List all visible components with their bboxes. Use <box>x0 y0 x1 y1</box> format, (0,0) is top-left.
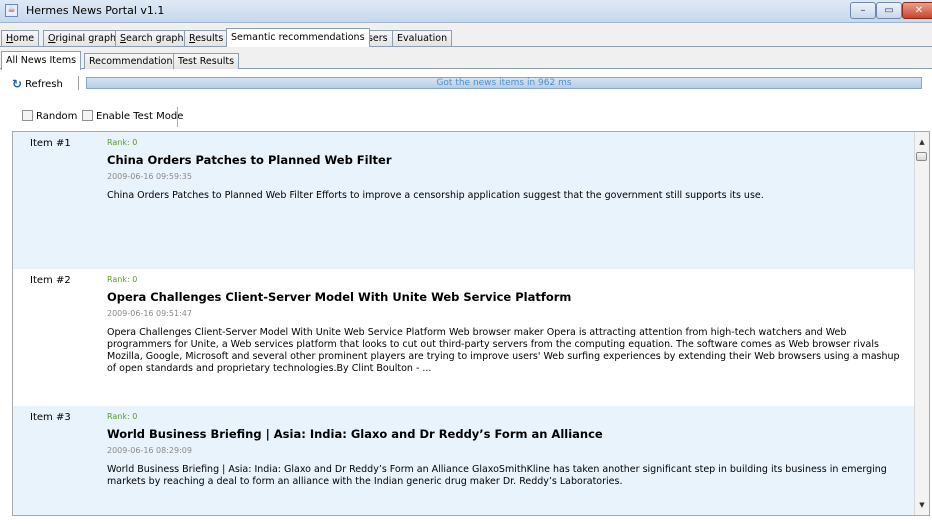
item-number: Item #2 <box>30 275 71 286</box>
scroll-up-arrow-icon[interactable]: ▲ <box>915 135 929 149</box>
item-body: World Business Briefing | Asia: India: G… <box>107 464 887 487</box>
tab-home-label: ome <box>13 33 35 44</box>
tab-semantic-recommendations-label: Semantic recommendations <box>231 32 365 43</box>
progress-bar: Got the news items in 962 ms <box>86 77 922 89</box>
maximize-button[interactable]: ▭ <box>876 2 902 19</box>
tab-results-label: esults <box>195 33 224 44</box>
item-date: 2009-06-16 08:29:09 <box>107 446 192 455</box>
vertical-scrollbar[interactable]: ▲ ▼ <box>914 132 929 515</box>
minimize-button[interactable]: – <box>850 2 876 19</box>
item-headline: World Business Briefing | Asia: India: G… <box>107 427 603 441</box>
tab-original-graph-label: riginal graph <box>55 33 117 44</box>
tab-results[interactable]: Results <box>184 30 229 46</box>
tab-evaluation-label: Evaluation <box>397 33 448 44</box>
item-date: 2009-06-16 09:59:35 <box>107 172 192 181</box>
toolbar-separator <box>78 76 82 90</box>
item-rank: Rank: 0 <box>107 138 138 147</box>
item-number: Item #1 <box>30 138 71 149</box>
tab-search-graph-label: earch graph <box>126 33 184 44</box>
tab-original-graph[interactable]: Original graph <box>43 30 122 46</box>
app-window: ☕ Hermes News Portal v1.1 – ▭ ✕ Home Ori… <box>0 0 932 525</box>
refresh-icon: ↻ <box>12 77 23 91</box>
scroll-down-arrow-icon[interactable]: ▼ <box>915 498 929 512</box>
item-number: Item #3 <box>30 412 71 423</box>
tab-all-news-items[interactable]: All News Items <box>1 51 82 70</box>
refresh-label: Refresh <box>25 79 63 90</box>
tab-evaluation[interactable]: Evaluation <box>392 30 453 46</box>
tab-semantic-recommendations[interactable]: Semantic recommendations <box>226 28 370 47</box>
title-bar[interactable]: ☕ Hermes News Portal v1.1 – ▭ ✕ <box>0 0 932 23</box>
item-body: China Orders Patches to Planned Web Filt… <box>107 190 764 201</box>
news-items-list[interactable]: Item #1 Rank: 0 China Orders Patches to … <box>12 131 930 516</box>
tab-users-label: sers <box>367 33 388 44</box>
item-date: 2009-06-16 09:51:47 <box>107 309 192 318</box>
test-mode-checkbox-box[interactable] <box>82 110 93 121</box>
test-mode-label: Enable Test Mode <box>96 111 184 122</box>
main-tab-bar: Home Original graph Search graph Results… <box>0 28 932 47</box>
tab-test-results[interactable]: Test Results <box>173 53 240 69</box>
refresh-button[interactable]: ↻ Refresh <box>12 76 63 92</box>
window-title: Hermes News Portal v1.1 <box>26 4 165 17</box>
list-item[interactable]: Item #2 Rank: 0 Opera Challenges Client-… <box>13 269 917 406</box>
list-item[interactable]: Item #1 Rank: 0 China Orders Patches to … <box>13 132 917 269</box>
item-headline: Opera Challenges Client-Server Model Wit… <box>107 290 572 304</box>
random-label: Random <box>36 111 78 122</box>
sub-tab-bar: All News Items Recommendations Test Resu… <box>0 51 932 70</box>
item-rank: Rank: 0 <box>107 412 138 421</box>
scrollbar-thumb[interactable] <box>916 152 927 161</box>
random-checkbox[interactable]: Random <box>22 110 77 122</box>
test-mode-checkbox[interactable]: Enable Test Mode <box>82 110 183 122</box>
progress-status-text: Got the news items in 962 ms <box>436 78 572 88</box>
item-rank: Rank: 0 <box>107 275 138 284</box>
tab-home[interactable]: Home <box>1 30 40 46</box>
tab-recommendations[interactable]: Recommendations <box>84 53 183 69</box>
tab-search-graph[interactable]: Search graph <box>115 30 189 46</box>
list-item[interactable]: Item #3 Rank: 0 World Business Briefing … <box>13 406 917 515</box>
options-separator <box>177 107 178 127</box>
item-body: Opera Challenges Client-Server Model Wit… <box>107 327 900 374</box>
random-checkbox-box[interactable] <box>22 110 33 121</box>
java-cup-icon[interactable]: ☕ <box>5 4 18 17</box>
close-button[interactable]: ✕ <box>902 2 932 19</box>
item-headline: China Orders Patches to Planned Web Filt… <box>107 153 392 167</box>
